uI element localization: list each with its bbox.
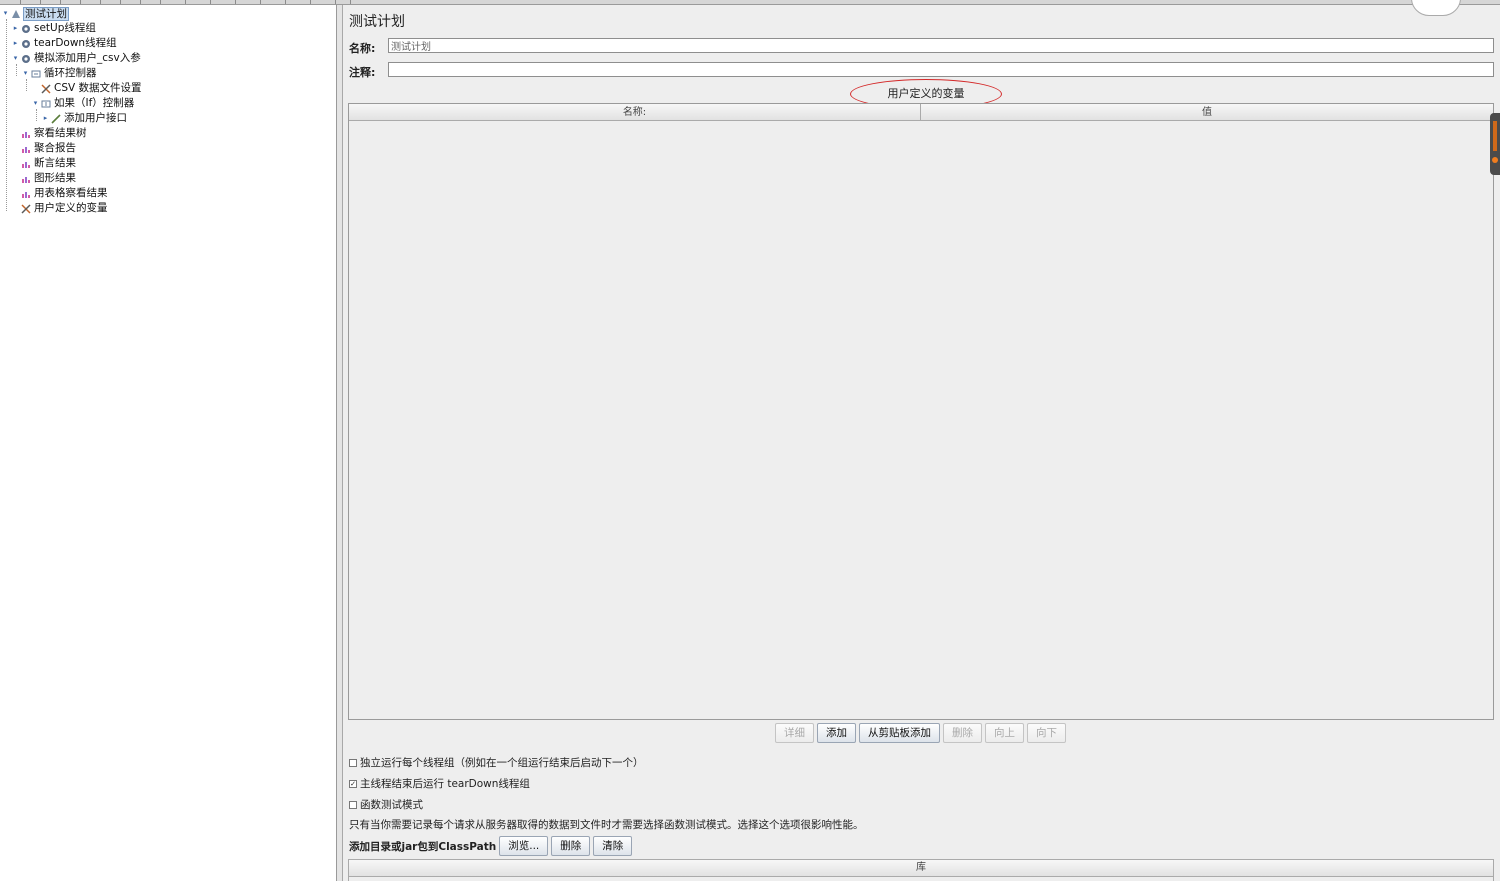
config-scissors-icon [20, 203, 31, 214]
listener-chart-icon [20, 158, 31, 169]
name-input[interactable] [388, 38, 1494, 53]
column-header-name[interactable]: 名称: [349, 104, 921, 121]
checkbox-label: 主线程结束后运行 tearDown线程组 [360, 778, 530, 790]
add-from-clipboard-button[interactable]: 从剪贴板添加 [859, 723, 940, 743]
checkbox-checked-icon[interactable]: ✓ [349, 779, 357, 788]
sampler-pen-icon [50, 113, 61, 124]
expand-handle[interactable]: ▸ [11, 36, 20, 51]
run-thread-groups-consecutively-checkbox[interactable]: 独立运行每个线程组（例如在一个组运行结束后启动下一个） [349, 755, 644, 770]
tree-node-label: CSV 数据文件设置 [54, 82, 142, 94]
tree-node-assertion-results[interactable]: 断言结果 [11, 156, 77, 171]
split-pane-divider[interactable] [337, 5, 343, 881]
tree-node-label: 模拟添加用户_csv入参 [34, 52, 141, 64]
expand-handle[interactable]: ▾ [11, 51, 20, 66]
move-down-button[interactable]: 向下 [1027, 723, 1066, 743]
gear-icon [20, 53, 31, 64]
tree-node-simulate-add-user[interactable]: ▾ 模拟添加用户_csv入参 [11, 51, 142, 66]
detail-button[interactable]: 详细 [775, 723, 814, 743]
tree-node-teardown-thread-group[interactable]: ▸ tearDown线程组 [11, 36, 118, 51]
add-button[interactable]: 添加 [817, 723, 856, 743]
tree-node-graph-results[interactable]: 图形结果 [11, 171, 77, 186]
column-header-value[interactable]: 值 [921, 104, 1493, 121]
floating-side-widget[interactable] [1490, 113, 1500, 175]
table-header: 名称: 值 [349, 104, 1493, 121]
test-plan-panel: 测试计划 名称: 注释: 用户定义的变量 名称: 值 详细 添加 从剪贴板添加 … [344, 5, 1500, 881]
tree-node-label: 循环控制器 [44, 67, 97, 79]
tree-node-add-user-api[interactable]: ▸ 添加用户接口 [41, 111, 128, 126]
tree-node-loop-controller[interactable]: ▾ 循环控制器 [21, 66, 98, 81]
listener-chart-icon [20, 188, 31, 199]
tree-node-label: 聚合报告 [34, 142, 76, 154]
expand-handle[interactable]: ▾ [21, 66, 30, 81]
run-teardown-after-shutdown-checkbox[interactable]: ✓ 主线程结束后运行 tearDown线程组 [349, 776, 530, 791]
tree-node-view-results-table[interactable]: 用表格察看结果 [11, 186, 109, 201]
test-plan-tree[interactable]: ▾ 测试计划 ▸ setUp线程组 ▸ tearDown线程组 ▾ 模拟添加用户… [0, 5, 337, 881]
gear-icon [20, 23, 31, 34]
tree-node-label: setUp线程组 [34, 22, 96, 34]
checkbox-unchecked-icon[interactable] [349, 800, 357, 809]
tree-node-label: 用户定义的变量 [34, 202, 108, 214]
classpath-clear-button[interactable]: 清除 [593, 836, 633, 856]
table-button-row: 详细 添加 从剪贴板添加 删除 向上 向下 [775, 723, 1069, 743]
expand-handle[interactable]: ▸ [41, 111, 50, 126]
library-table[interactable] [348, 877, 1494, 881]
tree-node-setup-thread-group[interactable]: ▸ setUp线程组 [11, 21, 97, 36]
comment-input[interactable] [388, 62, 1494, 77]
tree-node-label: 图形结果 [34, 172, 76, 184]
tree-node-label: 察看结果树 [34, 127, 87, 139]
checkbox-label: 独立运行每个线程组（例如在一个组运行结束后启动下一个） [360, 757, 644, 769]
tree-node-aggregate-report[interactable]: 聚合报告 [11, 141, 77, 156]
tree-node-label: 用表格察看结果 [34, 187, 108, 199]
browse-button[interactable]: 浏览... [499, 836, 549, 856]
expand-handle[interactable]: ▸ [11, 21, 20, 36]
listener-chart-icon [20, 173, 31, 184]
config-scissors-icon [40, 83, 51, 94]
page-title: 测试计划 [349, 14, 405, 30]
move-up-button[interactable]: 向上 [985, 723, 1024, 743]
checkbox-label: 函数测试模式 [360, 799, 423, 811]
tree-node-user-defined-variables[interactable]: 用户定义的变量 [11, 201, 109, 216]
tree-node-if-controller[interactable]: ▾ 如果（If）控制器 [31, 96, 135, 111]
checkbox-unchecked-icon[interactable] [349, 758, 357, 767]
if-controller-icon [40, 98, 51, 109]
listener-chart-icon [20, 128, 31, 139]
tree-node-csv-data-set[interactable]: CSV 数据文件设置 [31, 81, 143, 96]
tree-node-test-plan[interactable]: ▾ 测试计划 [1, 6, 69, 21]
tree-node-label: 如果（If）控制器 [54, 97, 135, 109]
listener-chart-icon [20, 143, 31, 154]
variables-table[interactable]: 名称: 值 [348, 103, 1494, 720]
classpath-delete-button[interactable]: 删除 [551, 836, 591, 856]
tree-node-view-results-tree[interactable]: 察看结果树 [11, 126, 88, 141]
classpath-row: 添加目录或jar包到ClassPath 浏览... 删除 清除 [349, 836, 635, 856]
expand-handle[interactable]: ▾ [31, 96, 40, 111]
library-column-header[interactable]: 库 [348, 859, 1494, 877]
widget-dot-icon [1492, 157, 1498, 163]
classpath-label: 添加目录或jar包到ClassPath [349, 840, 497, 853]
test-plan-icon [10, 8, 21, 19]
delete-button[interactable]: 删除 [943, 723, 982, 743]
name-label: 名称: [349, 42, 376, 55]
tree-node-label: tearDown线程组 [34, 37, 117, 49]
widget-bar-icon [1493, 121, 1497, 151]
loop-controller-icon [30, 68, 41, 79]
gear-icon [20, 38, 31, 49]
tree-node-label: 测试计划 [23, 6, 69, 21]
comment-label: 注释: [349, 66, 376, 79]
tree-node-label: 添加用户接口 [64, 112, 127, 124]
tree-node-label: 断言结果 [34, 157, 76, 169]
functional-mode-description: 只有当你需要记录每个请求从服务器取得的数据到文件时才需要选择函数测试模式。选择这… [349, 819, 864, 831]
functional-test-mode-checkbox[interactable]: 函数测试模式 [349, 797, 423, 812]
expand-handle[interactable]: ▾ [1, 6, 10, 21]
